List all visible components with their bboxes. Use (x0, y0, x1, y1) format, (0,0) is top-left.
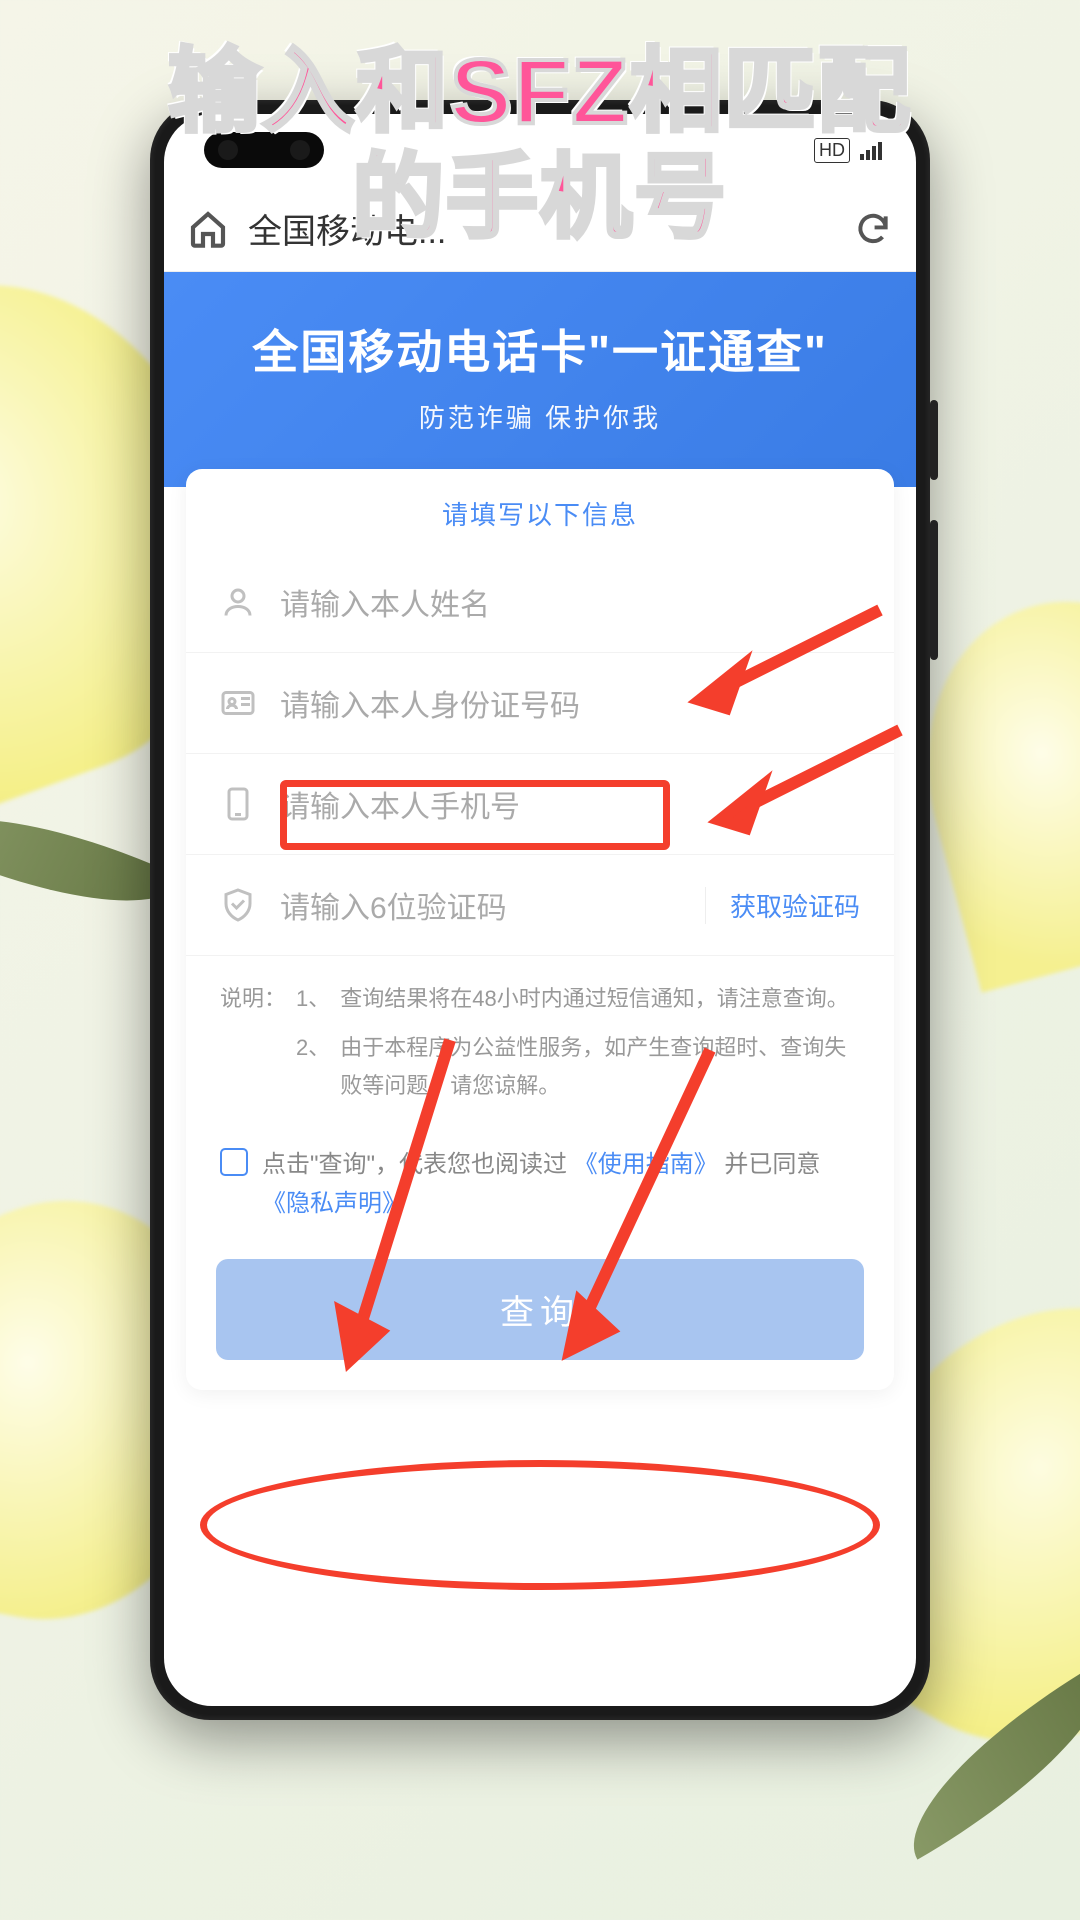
note-index: 2、 (296, 1029, 330, 1104)
note-text: 查询结果将在48小时内通过短信通知，请注意查询。 (340, 980, 848, 1017)
name-placeholder: 请输入本人姓名 (280, 580, 860, 624)
phone-screen: HD 全国移动电... 全国移动电话卡"一证通查" 防范诈骗 保护你我 请填写以… (164, 114, 916, 1706)
overlay-line1: 输入和SFZ相匹配 (0, 40, 1080, 146)
phone-placeholder: 请输入本人手机号 (280, 782, 860, 826)
agree-mid: 并已同意 (724, 1151, 820, 1178)
phone-icon (220, 786, 256, 822)
code-field[interactable]: 请输入6位验证码 获取验证码 (186, 855, 894, 956)
code-placeholder: 请输入6位验证码 (280, 883, 681, 927)
agree-row: 点击"查询"，代表您也阅读过 《使用指南》 并已同意 《隐私声明》 (186, 1128, 894, 1241)
note-index: 1、 (296, 980, 330, 1017)
page-banner: 全国移动电话卡"一证通查" 防范诈骗 保护你我 (164, 272, 916, 487)
form-title: 请填写以下信息 (186, 469, 894, 552)
phone-side-button (930, 520, 938, 660)
agree-prefix: 点击"查询"，代表您也阅读过 (262, 1151, 567, 1178)
idcard-icon (220, 685, 256, 721)
guide-link[interactable]: 《使用指南》 (574, 1151, 718, 1178)
privacy-link[interactable]: 《隐私声明》 (262, 1190, 406, 1217)
note-text: 由于本程序为公益性服务，如产生查询超时、查询失败等问题，请您谅解。 (340, 1029, 860, 1104)
overlay-caption: 输入和SFZ相匹配 的手机号 (0, 40, 1080, 252)
person-icon (220, 584, 256, 620)
phone-field[interactable]: 请输入本人手机号 (186, 754, 894, 855)
phone-side-button (930, 400, 938, 480)
agree-checkbox[interactable] (220, 1148, 248, 1176)
shield-icon (220, 887, 256, 923)
banner-subtitle: 防范诈骗 保护你我 (184, 398, 896, 435)
notes-label: 说明： (220, 980, 286, 1017)
banner-title: 全国移动电话卡"一证通查" (184, 316, 896, 382)
form-card: 请填写以下信息 请输入本人姓名 请输入本人身份证号码 请输入本人手机号 (186, 469, 894, 1390)
id-placeholder: 请输入本人身份证号码 (280, 681, 860, 725)
id-field[interactable]: 请输入本人身份证号码 (186, 653, 894, 754)
overlay-line2: 的手机号 (0, 146, 1080, 252)
name-field[interactable]: 请输入本人姓名 (186, 552, 894, 653)
notes-block: 说明： 1、 查询结果将在48小时内通过短信通知，请注意查询。 说明： 2、 由… (186, 956, 894, 1128)
submit-button[interactable]: 查询 (216, 1259, 864, 1360)
agree-text: 点击"查询"，代表您也阅读过 《使用指南》 并已同意 《隐私声明》 (262, 1146, 860, 1223)
phone-frame: HD 全国移动电... 全国移动电话卡"一证通查" 防范诈骗 保护你我 请填写以… (150, 100, 930, 1720)
get-code-button[interactable]: 获取验证码 (705, 887, 860, 924)
